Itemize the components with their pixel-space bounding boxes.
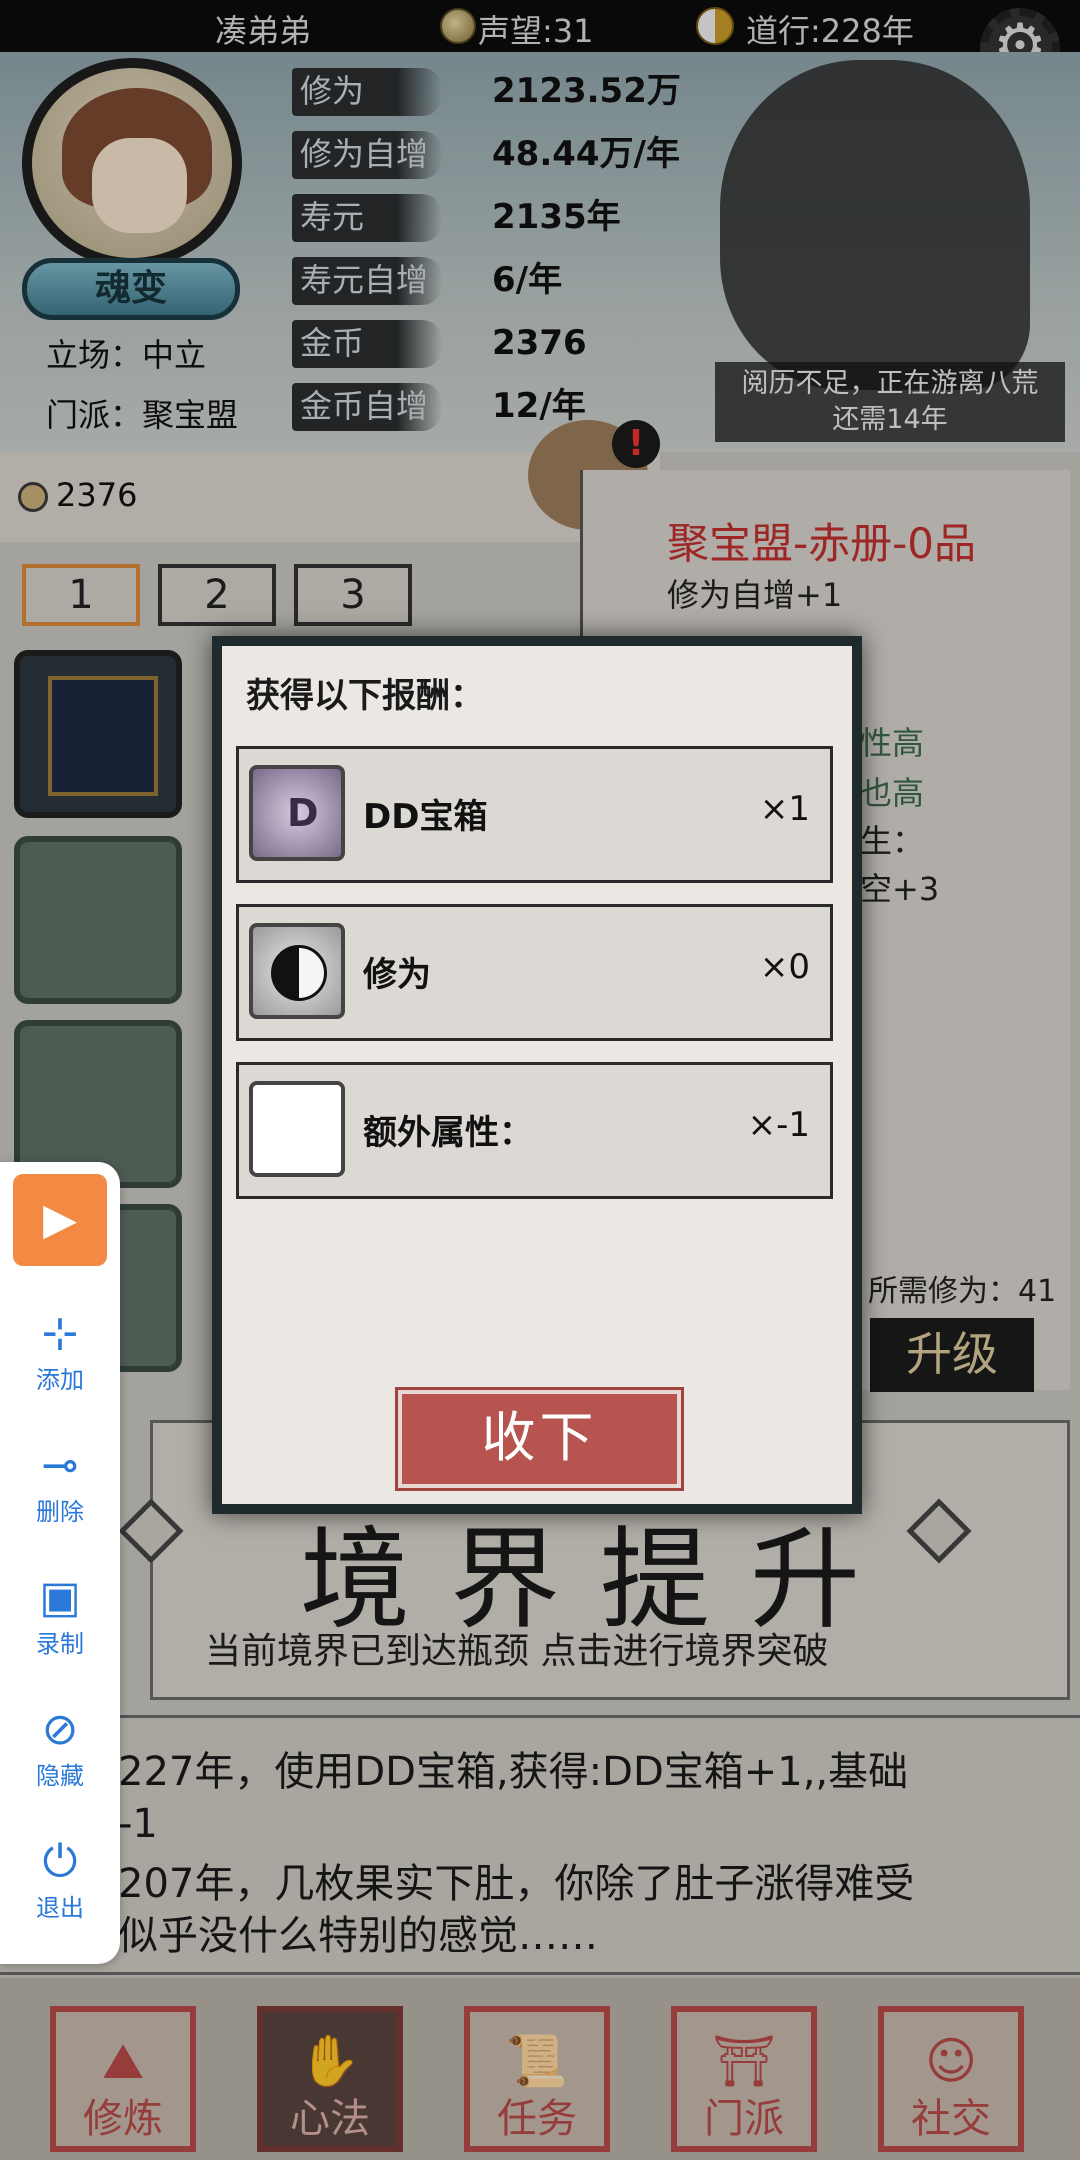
reward-row: 额外属性： ×-1 <box>236 1062 833 1199</box>
reward-name: 修为 <box>363 955 431 995</box>
reward-qty: ×-1 <box>747 1105 810 1145</box>
reward-row: DD宝箱 ×1 <box>236 746 833 883</box>
toolbar-label: 录制 <box>36 1630 84 1658</box>
dialog-title: 获得以下报酬： <box>246 676 484 716</box>
play-icon[interactable]: ▶ <box>13 1174 107 1266</box>
toolbar-exit-button[interactable]: ⏻ 退出 <box>0 1836 120 1923</box>
reward-name: 额外属性： <box>363 1113 533 1153</box>
toolbar-record-button[interactable]: ▣ 录制 <box>0 1572 120 1659</box>
toolbar-delete-button[interactable]: ⊸ 删除 <box>0 1440 120 1527</box>
reward-qty: ×0 <box>759 947 810 987</box>
reward-row: 修为 ×0 <box>236 904 833 1041</box>
accept-button[interactable]: 收下 <box>395 1387 684 1491</box>
cursor-remove-icon: ⊸ <box>41 1440 79 1491</box>
taiji-icon <box>249 923 345 1019</box>
eye-off-icon: ⊘ <box>41 1704 79 1755</box>
video-record-icon: ▣ <box>39 1572 81 1623</box>
toolbar-label: 删除 <box>36 1498 84 1526</box>
reward-qty: ×1 <box>759 789 810 829</box>
blank-icon <box>249 1081 345 1177</box>
toolbar-label: 隐藏 <box>36 1762 84 1790</box>
reward-name: DD宝箱 <box>363 797 488 837</box>
toolbar-hide-button[interactable]: ⊘ 隐藏 <box>0 1704 120 1791</box>
toolbar-label: 添加 <box>36 1366 84 1394</box>
cursor-add-icon: ⊹ <box>41 1308 79 1359</box>
chest-icon <box>249 765 345 861</box>
toolbar-add-button[interactable]: ⊹ 添加 <box>0 1308 120 1395</box>
toolbar-label: 退出 <box>36 1894 84 1922</box>
power-icon: ⏻ <box>42 1836 78 1887</box>
